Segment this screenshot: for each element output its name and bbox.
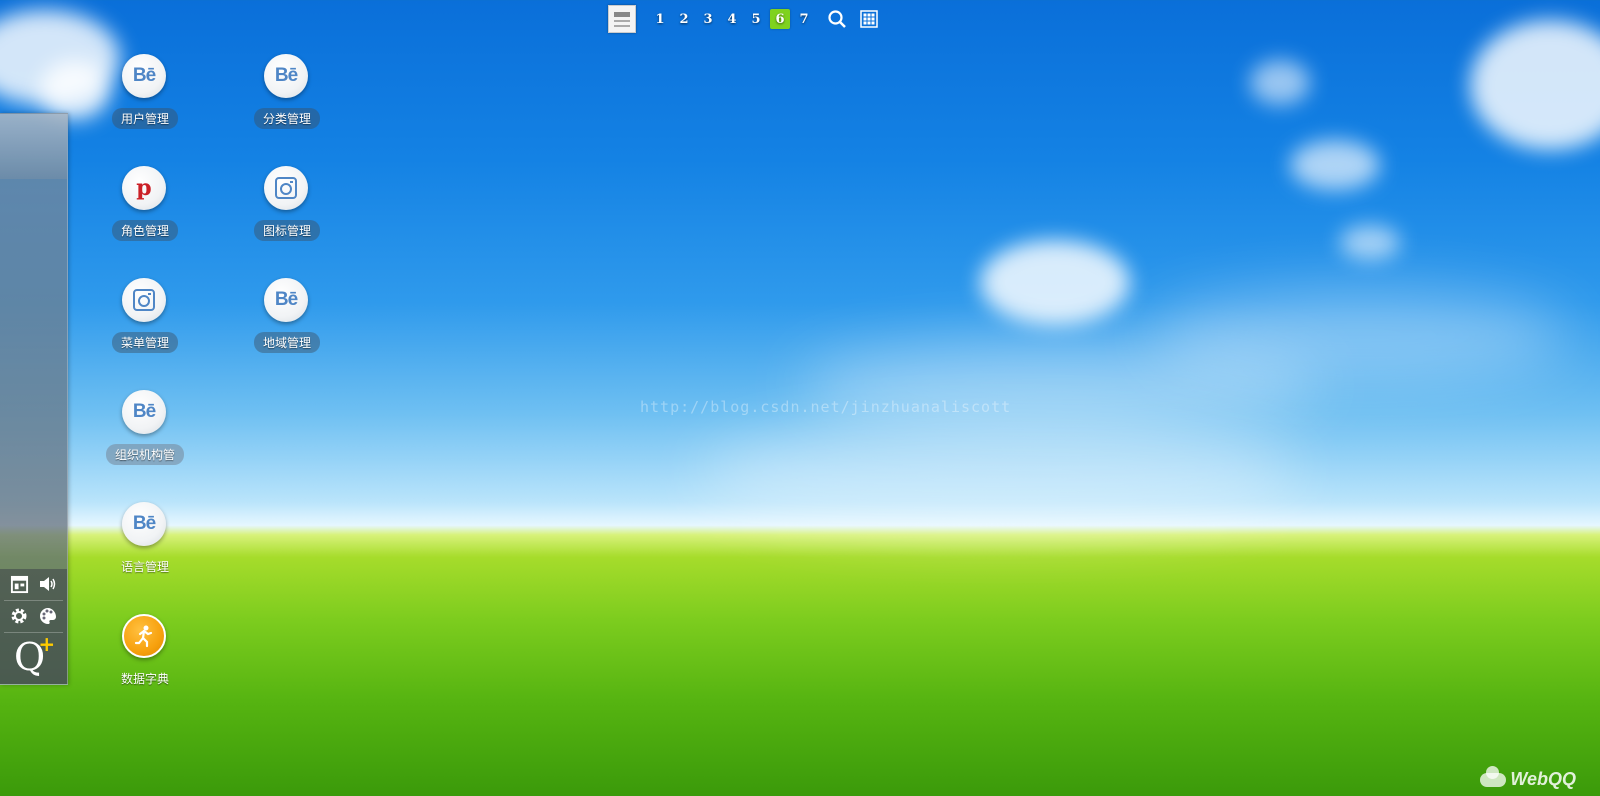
desktop-thumbnail[interactable] (608, 5, 636, 33)
desktop-page-3[interactable]: 3 (698, 9, 718, 29)
brand-text: WebQQ (1510, 769, 1576, 789)
pinterest-icon: p (122, 166, 166, 210)
app-label: 组织机构管 (105, 444, 185, 465)
runner-icon (122, 614, 166, 658)
side-dock: Q + (0, 113, 68, 685)
app-language-management[interactable]: Bē 语言管理 (97, 502, 193, 602)
app-region-management[interactable]: Bē 地域管理 (239, 278, 335, 378)
behance-icon: Bē (122, 502, 166, 546)
layout-icon[interactable] (6, 571, 32, 597)
app-role-management[interactable]: p 角色管理 (97, 166, 193, 266)
qq-logo-plus: + (38, 632, 56, 656)
app-grid-icon[interactable] (856, 6, 882, 32)
app-label: 用户管理 (111, 108, 179, 129)
settings-gear-icon[interactable] (6, 603, 32, 629)
theme-palette-icon[interactable] (35, 603, 61, 629)
app-label: 菜单管理 (111, 332, 179, 353)
qq-logo-button[interactable]: Q + (14, 634, 55, 676)
volume-icon[interactable] (35, 571, 61, 597)
app-label: 数据字典 (120, 672, 170, 686)
app-category-management[interactable]: Bē 分类管理 (239, 54, 335, 154)
desktop-switcher: 1 2 3 4 5 6 7 (608, 5, 882, 33)
app-data-dictionary[interactable]: 数据字典 (97, 614, 193, 714)
desktop-page-1[interactable]: 1 (650, 9, 670, 29)
dock-tools: Q + (0, 569, 67, 684)
app-label: 图标管理 (253, 220, 321, 241)
instagram-icon (264, 166, 308, 210)
app-user-management[interactable]: Bē 用户管理 (97, 54, 193, 154)
app-org-management[interactable]: Bē 组织机构管 (97, 390, 193, 490)
watermark-text: http://blog.csdn.net/jinzhuanaliscott (640, 398, 1012, 416)
desktop-page-2[interactable]: 2 (674, 9, 694, 29)
dock-avatar-area[interactable] (0, 114, 67, 179)
cloud-logo-icon (1480, 765, 1507, 787)
svg-text:p: p (136, 176, 151, 200)
behance-icon: Bē (264, 54, 308, 98)
instagram-icon (122, 278, 166, 322)
webqq-brand: WebQQ (1480, 765, 1576, 790)
app-icon-management[interactable]: 图标管理 (239, 166, 335, 266)
desktop-page-5[interactable]: 5 (746, 9, 766, 29)
app-label: 地域管理 (253, 332, 321, 353)
app-label: 分类管理 (253, 108, 321, 129)
behance-icon: Bē (122, 54, 166, 98)
desktop-page-6[interactable]: 6 (770, 9, 790, 29)
app-label: 语言管理 (120, 560, 170, 574)
search-icon[interactable] (824, 6, 850, 32)
app-label: 角色管理 (111, 220, 179, 241)
behance-icon: Bē (264, 278, 308, 322)
behance-icon: Bē (122, 390, 166, 434)
app-menu-management[interactable]: 菜单管理 (97, 278, 193, 378)
dock-separator (4, 600, 63, 601)
desktop-page-4[interactable]: 4 (722, 9, 742, 29)
desktop-page-7[interactable]: 7 (794, 9, 814, 29)
